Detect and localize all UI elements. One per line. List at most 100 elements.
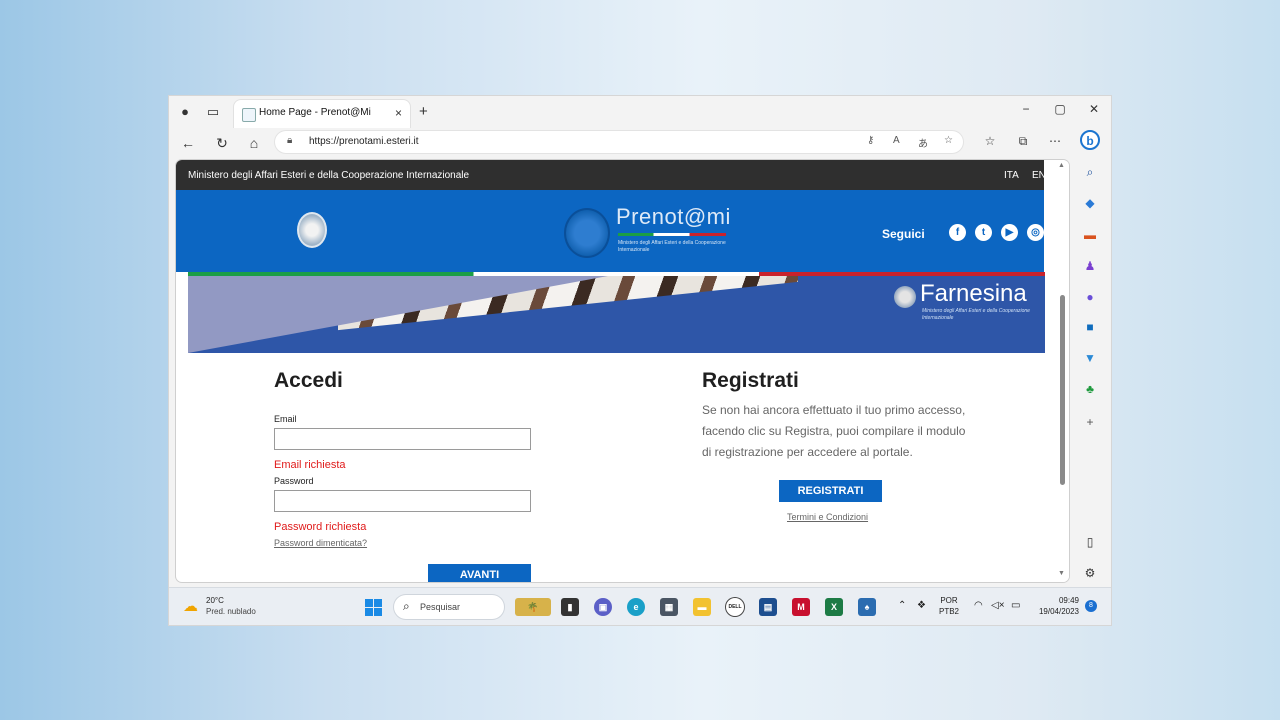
- terms-link[interactable]: Termini e Condizioni: [787, 512, 868, 522]
- bing-chat-icon[interactable]: b: [1080, 130, 1100, 150]
- tag-icon[interactable]: ◆: [1082, 195, 1098, 211]
- taskbar-search[interactable]: ⌕ Pesquisar: [394, 595, 504, 619]
- microsoft-365-icon[interactable]: ●: [1082, 289, 1098, 305]
- republic-emblem-icon: [297, 212, 327, 248]
- ministry-strip: Ministero degli Affari Esteri e della Co…: [176, 160, 1046, 190]
- instagram-icon[interactable]: ◎: [1027, 224, 1044, 241]
- maximize-button[interactable]: ▢: [1050, 102, 1070, 116]
- settings-gear-icon[interactable]: ⚙: [1082, 565, 1098, 581]
- hero-shape: [188, 276, 608, 353]
- chevron-up-icon[interactable]: ⌃: [898, 600, 906, 611]
- email-error: Email richiesta: [274, 459, 346, 471]
- refresh-icon[interactable]: ↻: [213, 134, 231, 152]
- close-window-button[interactable]: ✕: [1084, 102, 1104, 116]
- taskbar: ☁ 20°C Pred. nublado ⌕ Pesquisar 🌴 ▮ ▣ e…: [169, 587, 1111, 625]
- avanti-button[interactable]: AVANTI: [428, 564, 531, 582]
- tab-title: Home Page - Prenot@Mi: [259, 107, 371, 118]
- page-viewport: Ministero degli Affari Esteri e della Co…: [176, 160, 1069, 582]
- solitaire-icon[interactable]: ♠: [858, 598, 876, 616]
- email-label: Email: [274, 414, 297, 424]
- battery-icon[interactable]: ▭: [1011, 600, 1020, 611]
- volume-muted-icon[interactable]: ◁×: [991, 600, 1005, 611]
- wifi-icon[interactable]: ◠: [974, 600, 983, 611]
- file-explorer-icon[interactable]: ▬: [693, 598, 711, 616]
- clock-date: 19/04/2023: [1038, 607, 1079, 616]
- tab-home-page[interactable]: Home Page - Prenot@Mi ×: [234, 100, 410, 128]
- widgets-app-icon[interactable]: 🌴: [515, 598, 551, 616]
- outlook-icon[interactable]: ■: [1082, 319, 1098, 335]
- collections-icon[interactable]: ⧉: [1014, 134, 1032, 149]
- dell-icon[interactable]: DELL: [726, 598, 744, 616]
- search-icon: ⌕: [403, 599, 410, 613]
- ministry-name: Ministero degli Affari Esteri e della Co…: [188, 170, 470, 181]
- tab-actions-icon[interactable]: ▭: [205, 104, 221, 120]
- weather-status[interactable]: Pred. nublado: [206, 607, 256, 616]
- browser-window: ● ▭ Home Page - Prenot@Mi × + − ▢ ✕ ← ↻ …: [169, 96, 1111, 625]
- logo-subtitle: Ministero degli Affari Esteri e della Co…: [618, 240, 726, 253]
- teams-chat-icon[interactable]: ▣: [594, 598, 612, 616]
- back-icon[interactable]: ←: [179, 134, 197, 152]
- scroll-thumb[interactable]: [1060, 295, 1065, 485]
- favicon-icon: [242, 108, 256, 122]
- follow-us-label: Seguici: [882, 227, 925, 241]
- home-icon[interactable]: ⌂: [245, 134, 263, 152]
- language-code: POR: [940, 596, 958, 605]
- scroll-up-icon[interactable]: ▲: [1058, 162, 1065, 169]
- notification-badge[interactable]: 8: [1085, 600, 1097, 612]
- new-tab-button[interactable]: +: [419, 103, 428, 120]
- lock-icon[interactable]: 🔒︎: [287, 135, 292, 146]
- clock[interactable]: 09:49 19/04/2023: [1031, 595, 1079, 617]
- register-button[interactable]: REGISTRATI: [779, 480, 882, 502]
- profile-icon[interactable]: ●: [177, 104, 193, 120]
- password-label: Password: [274, 476, 314, 486]
- translate-icon[interactable]: あ: [918, 135, 928, 150]
- favorite-star-icon[interactable]: ☆: [944, 135, 953, 146]
- lang-ita-link[interactable]: ITA: [1004, 170, 1019, 181]
- mcafee-icon[interactable]: M: [792, 598, 810, 616]
- key-icon[interactable]: ⚷: [867, 135, 874, 146]
- calculator-icon[interactable]: ▦: [660, 598, 678, 616]
- register-title: Registrati: [702, 369, 799, 392]
- email-field[interactable]: [274, 428, 531, 450]
- prenotami-logo[interactable]: Prenot@mi: [616, 204, 731, 230]
- url-text: https://prenotami.esteri.it: [309, 136, 419, 147]
- farnesina-subtitle: Ministero degli Affari Esteri e della Co…: [922, 308, 1030, 321]
- dropbox-icon[interactable]: ❖: [917, 600, 926, 611]
- briefcase-icon[interactable]: ▬: [1082, 227, 1098, 243]
- address-row: ← ↻ ⌂ 🔒︎ https://prenotami.esteri.it ⚷ A…: [169, 128, 1111, 158]
- more-icon[interactable]: ⋯: [1046, 134, 1064, 148]
- send-icon[interactable]: ▼: [1082, 350, 1098, 366]
- games-icon[interactable]: ♟: [1082, 258, 1098, 274]
- forgot-password-link[interactable]: Password dimenticata?: [274, 538, 367, 548]
- tree-icon[interactable]: ♣: [1082, 381, 1098, 397]
- hero-banner: Farnesina Ministero degli Affari Esteri …: [188, 276, 1045, 353]
- password-error: Password richiesta: [274, 521, 367, 533]
- lang-en-link[interactable]: EN: [1032, 170, 1046, 181]
- weather-icon[interactable]: ☁: [183, 597, 198, 615]
- youtube-icon[interactable]: ▶: [1001, 224, 1018, 241]
- weather-temp[interactable]: 20°C: [206, 596, 224, 605]
- read-aloud-icon[interactable]: A: [893, 135, 900, 146]
- language-indicator[interactable]: POR PTB2: [939, 595, 959, 617]
- facebook-icon[interactable]: f: [949, 224, 966, 241]
- twitter-icon[interactable]: t: [975, 224, 992, 241]
- farnesina-logo: Farnesina: [920, 280, 1027, 307]
- tricolor-line: [618, 233, 726, 236]
- address-bar[interactable]: 🔒︎ https://prenotami.esteri.it ⚷ A あ ☆: [275, 131, 963, 153]
- add-icon[interactable]: +: [1082, 414, 1098, 430]
- prenotami-emblem-icon: [564, 208, 610, 258]
- edge-app-icon[interactable]: e: [627, 598, 645, 616]
- minimize-button[interactable]: −: [1016, 102, 1036, 116]
- clock-time: 09:49: [1058, 596, 1079, 605]
- sidebar-toggle-icon[interactable]: ▯: [1082, 534, 1098, 550]
- scroll-down-icon[interactable]: ▼: [1058, 570, 1065, 577]
- keyboard-layout: PTB2: [939, 607, 960, 616]
- store-icon[interactable]: ▤: [759, 598, 777, 616]
- password-field[interactable]: [274, 490, 531, 512]
- tab-close-icon[interactable]: ×: [395, 106, 402, 120]
- task-view-icon[interactable]: ▮: [561, 598, 579, 616]
- start-button[interactable]: [365, 599, 382, 616]
- excel-icon[interactable]: X: [825, 598, 843, 616]
- favorites-icon[interactable]: ☆: [981, 134, 999, 148]
- search-icon[interactable]: ⌕: [1082, 164, 1098, 180]
